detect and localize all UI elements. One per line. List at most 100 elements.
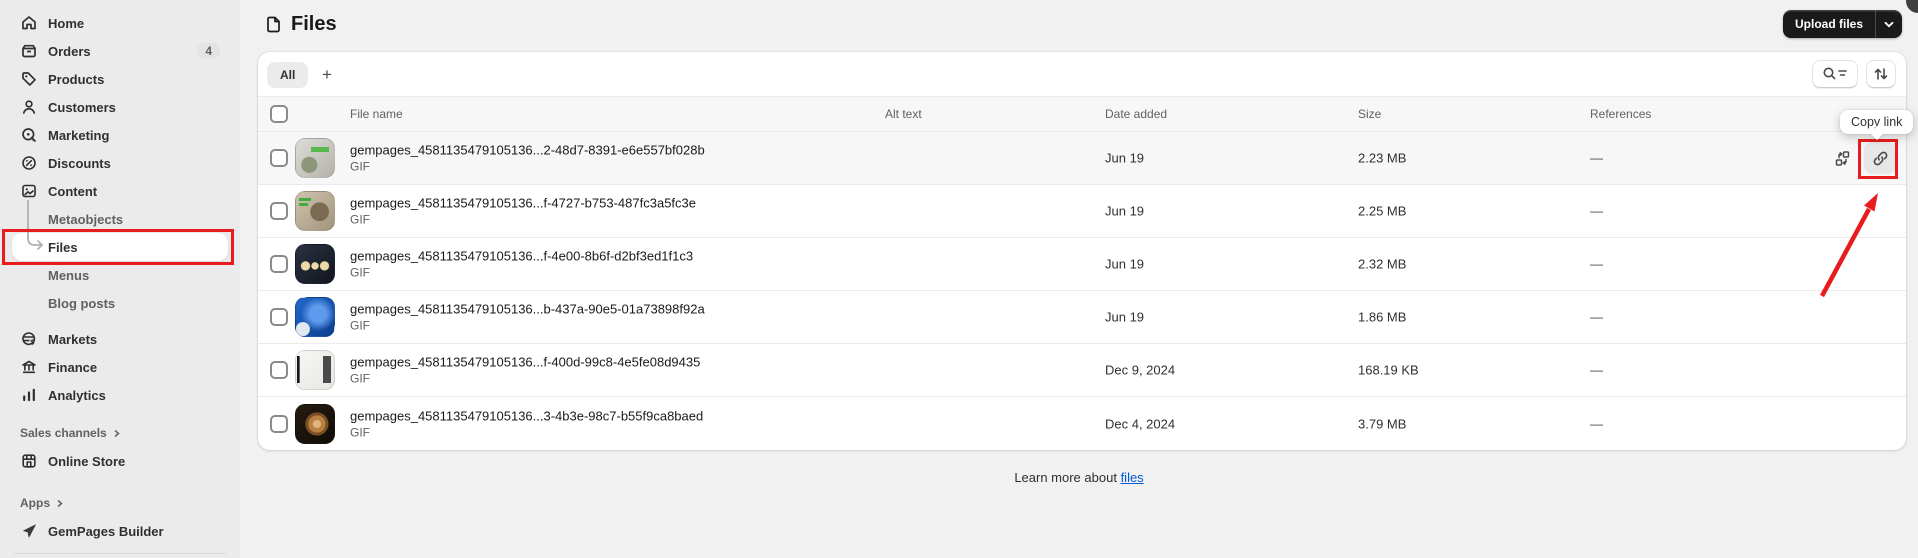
table-row[interactable]: gempages_4581135479105136...b-437a-90e5-… [258, 291, 1906, 344]
sidebar-item-customers[interactable]: Customers [12, 93, 228, 121]
upload-files-label[interactable]: Upload files [1783, 10, 1876, 38]
file-type: GIF [350, 371, 370, 386]
date-added: Jun 19 [1105, 150, 1145, 166]
sidebar-item-label: Home [48, 15, 85, 31]
file-thumbnail[interactable] [295, 244, 335, 284]
chevron-down-icon [1884, 21, 1894, 27]
sort-button[interactable] [1866, 60, 1896, 88]
sidebar-item-label: Customers [48, 99, 116, 115]
file-thumbnail[interactable] [295, 297, 335, 337]
add-view-button[interactable]: + [313, 62, 341, 88]
file-size: 1.86 MB [1358, 309, 1407, 325]
content-icon [22, 184, 36, 198]
sidebar-item-content[interactable]: Content [12, 177, 228, 205]
apps-section[interactable]: Apps [12, 489, 228, 517]
column-header-file-name[interactable]: File name [350, 107, 403, 121]
sales-channels-section[interactable]: Sales channels [12, 419, 228, 447]
table-row[interactable]: gempages_4581135479105136...2-48d7-8391-… [258, 132, 1906, 185]
file-name[interactable]: gempages_4581135479105136...f-4727-b753-… [350, 196, 696, 211]
sidebar-item-label: Products [48, 71, 105, 87]
row-checkbox[interactable] [270, 255, 288, 273]
sidebar-item-files[interactable]: Files [12, 233, 228, 261]
table-row[interactable]: gempages_4581135479105136...f-4e00-8b6f-… [258, 238, 1906, 291]
file-type: GIF [350, 265, 370, 280]
sidebar-item-label: Online Store [48, 453, 126, 469]
row-checkbox[interactable] [270, 361, 288, 379]
gempages-icon [23, 524, 36, 538]
file-thumbnail[interactable] [295, 350, 335, 390]
markets-icon: $ [22, 332, 35, 347]
date-added: Jun 19 [1105, 256, 1145, 272]
replace-file-icon[interactable] [1834, 150, 1851, 167]
file-thumbnail[interactable] [295, 191, 335, 231]
sidebar-subitem-label: Files [48, 239, 78, 255]
sidebar-subitem-label: Metaobjects [48, 211, 124, 227]
row-actions [1834, 142, 1896, 174]
learn-more-note: Learn more about files [240, 470, 1918, 485]
references-value: — [1590, 309, 1603, 325]
sidebar-item-label: Orders [48, 43, 91, 59]
file-name[interactable]: gempages_4581135479105136...b-437a-90e5-… [350, 302, 705, 317]
tab-all[interactable]: All [267, 62, 309, 88]
storefront-icon [22, 454, 36, 468]
table-row[interactable]: gempages_4581135479105136...3-4b3e-98c7-… [258, 397, 1906, 450]
copy-link-button[interactable] [1864, 142, 1896, 174]
file-page-icon [267, 16, 280, 33]
files-help-link[interactable]: files [1121, 470, 1144, 485]
references-value: — [1590, 362, 1603, 378]
row-checkbox[interactable] [270, 414, 288, 433]
file-name[interactable]: gempages_4581135479105136...3-4b3e-98c7-… [350, 408, 703, 423]
sidebar-item-markets[interactable]: $ Markets [12, 325, 228, 353]
file-size: 2.23 MB [1358, 150, 1407, 166]
row-checkbox[interactable] [270, 202, 288, 220]
sales-channels-label: Sales channels [20, 426, 107, 440]
orders-count-badge: 4 [197, 43, 220, 59]
marketing-icon [22, 128, 36, 142]
date-added: Dec 4, 2024 [1105, 416, 1176, 431]
sidebar-item-online-store[interactable]: Online Store [12, 447, 228, 475]
chevron-right-icon [114, 429, 120, 437]
column-header-date-added[interactable]: Date added [1105, 107, 1167, 121]
file-type: GIF [350, 212, 370, 227]
search-and-filter-button[interactable] [1812, 60, 1858, 88]
copy-link-tooltip: Copy link [1840, 110, 1914, 134]
sidebar-item-analytics[interactable]: Analytics [12, 381, 228, 409]
file-name[interactable]: gempages_4581135479105136...f-4e00-8b6f-… [350, 249, 693, 264]
file-type: GIF [350, 318, 370, 333]
upload-files-button[interactable]: Upload files [1782, 10, 1902, 38]
sidebar-item-marketing[interactable]: Marketing [12, 121, 228, 149]
sidebar-item-discounts[interactable]: Discounts [12, 149, 228, 177]
page-header: Files [264, 13, 337, 36]
sidebar-item-blog-posts[interactable]: Blog posts [12, 289, 228, 317]
sidebar-item-metaobjects[interactable]: Metaobjects [12, 205, 228, 233]
sidebar-item-home[interactable]: Home [12, 9, 228, 37]
file-name[interactable]: gempages_4581135479105136...f-400d-99c8-… [350, 355, 700, 370]
learn-more-text: Learn more about [1014, 470, 1117, 485]
file-thumbnail[interactable] [295, 403, 335, 444]
row-checkbox[interactable] [270, 149, 288, 167]
sidebar-item-label: Markets [48, 331, 98, 347]
file-name[interactable]: gempages_4581135479105136...2-48d7-8391-… [350, 143, 705, 158]
upload-dropdown-toggle[interactable] [1876, 10, 1902, 38]
column-header-alt-text[interactable]: Alt text [885, 107, 922, 121]
file-type: GIF [350, 159, 370, 174]
sidebar-item-products[interactable]: Products [12, 65, 228, 93]
table-row[interactable]: gempages_4581135479105136...f-4727-b753-… [258, 185, 1906, 238]
sidebar-item-gempages-builder[interactable]: GemPages Builder [12, 517, 228, 545]
sidebar: Home Orders 4 Products Customers Marketi… [0, 0, 240, 558]
sidebar-item-orders[interactable]: Orders 4 [12, 37, 228, 65]
sidebar-item-finance[interactable]: Finance [12, 353, 228, 381]
column-header-references[interactable]: References [1590, 107, 1651, 121]
sidebar-item-menus[interactable]: Menus [12, 261, 228, 289]
file-size: 2.32 MB [1358, 256, 1407, 272]
select-all-checkbox[interactable] [270, 105, 288, 123]
row-checkbox[interactable] [270, 308, 288, 326]
file-thumbnail[interactable] [295, 138, 335, 178]
date-added: Dec 9, 2024 [1105, 362, 1176, 378]
file-size: 168.19 KB [1358, 362, 1419, 378]
references-value: — [1590, 150, 1603, 166]
table-row[interactable]: gempages_4581135479105136...f-400d-99c8-… [258, 344, 1906, 397]
table-header: File name Alt text Date added Size Refer… [258, 96, 1906, 132]
chevron-right-icon [57, 499, 63, 507]
column-header-size[interactable]: Size [1358, 107, 1381, 121]
